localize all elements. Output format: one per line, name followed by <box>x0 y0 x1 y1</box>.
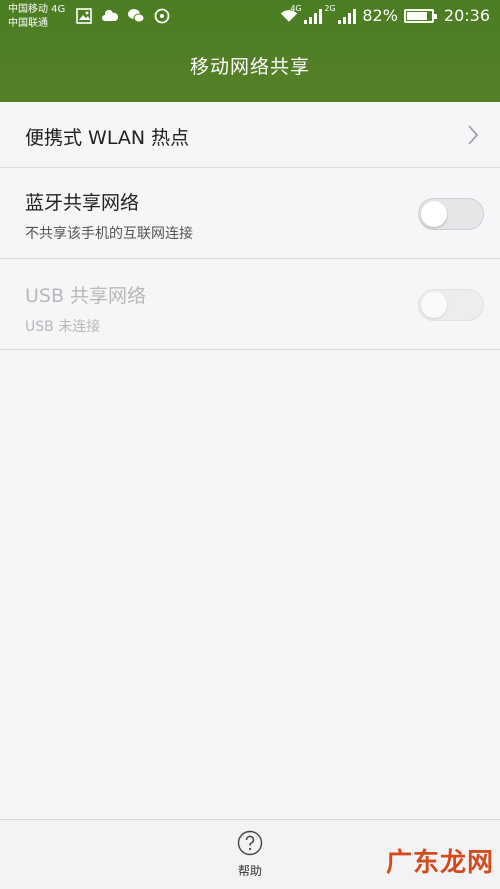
chat-bubble-icon <box>153 8 171 24</box>
status-bar: 中国移动 4G 中国联通 4G 2G 82% 20:36 <box>0 0 500 36</box>
carrier-2: 中国联通 <box>8 18 48 29</box>
usb-tethering-summary: USB 未连接 <box>25 319 101 335</box>
carrier-1: 中国移动 4G <box>8 4 66 15</box>
gallery-icon <box>75 8 93 24</box>
page-title: 移动网络共享 <box>189 56 310 78</box>
header-bar: 中国移动 4G 中国联通 4G 2G 82% 20:36 移动网络共享 <box>0 0 500 102</box>
watermark-logo: 广东龙网 <box>386 842 494 879</box>
cloud-icon <box>101 8 119 24</box>
clock: 20:36 <box>443 6 490 25</box>
help-button[interactable]: 帮助 <box>230 830 270 879</box>
notification-icons <box>75 8 171 24</box>
bluetooth-tethering-toggle[interactable] <box>418 198 484 230</box>
settings-list: 便携式 WLAN 热点 蓝牙共享网络 不共享该手机的互联网连接 USB 共享网络… <box>0 102 500 350</box>
help-label: 帮助 <box>237 864 262 878</box>
signal-4g-icon: 4G <box>290 4 323 24</box>
help-icon <box>237 830 263 856</box>
battery-percent: 82% <box>362 6 398 25</box>
usb-tethering-row: USB 共享网络 USB 未连接 <box>0 259 500 350</box>
bluetooth-tethering-row: 蓝牙共享网络 不共享该手机的互联网连接 <box>0 168 500 259</box>
wlan-hotspot-row[interactable]: 便携式 WLAN 热点 <box>0 102 500 168</box>
watermark-text: 广东龙网 <box>385 848 494 878</box>
signal-4g-tag: 4G <box>290 3 302 13</box>
usb-tethering-toggle <box>418 289 484 321</box>
toggle-knob <box>421 292 447 318</box>
wlan-hotspot-label: 便携式 WLAN 热点 <box>25 127 190 149</box>
carrier-info: 中国移动 4G 中国联通 <box>8 3 65 31</box>
wechat-icon <box>127 8 145 24</box>
battery-icon <box>403 8 437 23</box>
bluetooth-tethering-summary: 不共享该手机的互联网连接 <box>25 226 193 242</box>
system-status: 4G 2G 82% 20:36 <box>280 4 490 25</box>
toggle-knob <box>421 201 447 227</box>
bluetooth-tethering-label: 蓝牙共享网络 <box>25 192 140 214</box>
bottom-bar: 帮助 广东龙网 <box>0 819 500 889</box>
chevron-right-icon <box>468 125 479 145</box>
signal-2g-tag: 2G <box>324 3 336 13</box>
usb-tethering-label: USB 共享网络 <box>25 285 147 307</box>
signal-2g-icon: 2G <box>324 4 357 24</box>
